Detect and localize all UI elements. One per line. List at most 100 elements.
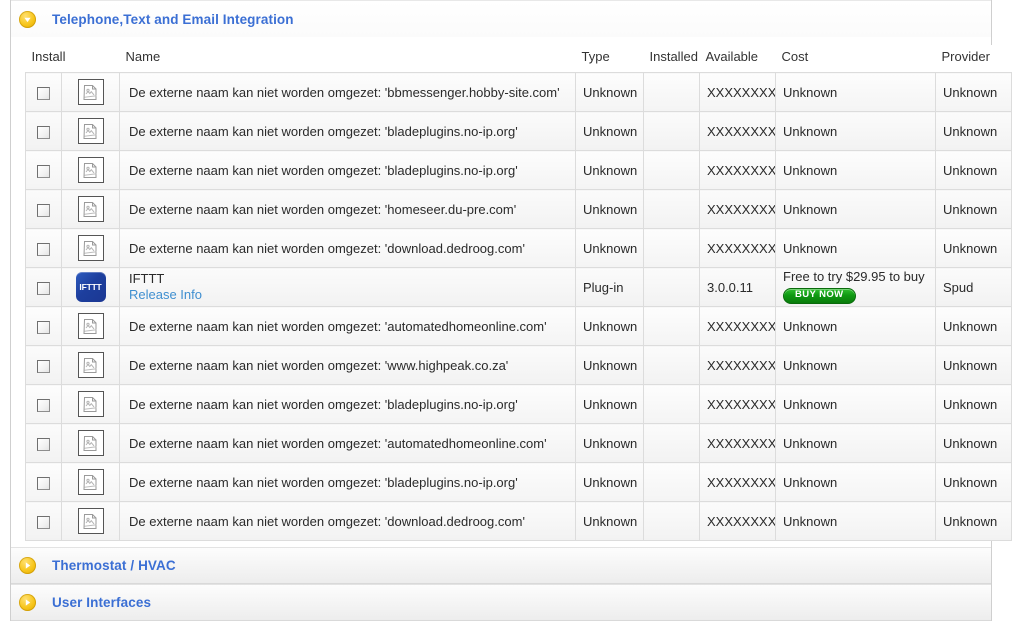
install-checkbox[interactable] <box>37 515 50 529</box>
plugin-installed <box>643 384 700 424</box>
plugin-type: Unknown <box>575 228 644 268</box>
plugin-type: Unknown <box>575 384 644 424</box>
install-checkbox[interactable] <box>37 320 50 334</box>
table-row: De externe naam kan niet worden omgezet:… <box>25 111 1012 151</box>
plugin-name: De externe naam kan niet worden omgezet:… <box>119 462 576 502</box>
plugin-provider: Spud <box>935 267 1012 307</box>
plugin-cost: Unknown <box>775 111 936 151</box>
broken-image-icon <box>77 469 104 495</box>
table-row: De externe naam kan niet worden omgezet:… <box>25 306 1012 346</box>
plugin-icon-cell <box>61 501 120 541</box>
broken-image-icon <box>77 118 104 144</box>
plugin-cost: Unknown <box>775 462 936 502</box>
plugin-cost: Unknown <box>775 501 936 541</box>
plugin-provider: Unknown <box>935 423 1012 463</box>
buy-now-button[interactable]: BUY NOW <box>783 288 856 304</box>
plugin-icon-cell <box>61 111 120 151</box>
column-header-available: Available <box>699 45 776 73</box>
plugin-installed <box>643 501 700 541</box>
plugin-installed <box>643 228 700 268</box>
plugin-type: Unknown <box>575 345 644 385</box>
install-checkbox[interactable] <box>37 203 50 217</box>
plugin-provider: Unknown <box>935 189 1012 229</box>
install-checkbox[interactable] <box>37 242 50 256</box>
plugin-name: De externe naam kan niet worden omgezet:… <box>119 306 576 346</box>
plugin-icon-cell <box>61 423 120 463</box>
plugin-installed <box>643 345 700 385</box>
install-checkbox[interactable] <box>37 359 50 373</box>
plugin-table: Install Name Type Installed Available Co… <box>25 45 1012 541</box>
column-header-install: Install <box>25 45 65 73</box>
table-row: De externe naam kan niet worden omgezet:… <box>25 150 1012 190</box>
plugin-available: XXXXXXXX <box>699 345 776 385</box>
plugin-icon-cell <box>61 306 120 346</box>
plugin-name-cell: IFTTT Release Info <box>119 267 576 307</box>
plugin-available: XXXXXXXX <box>699 384 776 424</box>
section-header-thermostat-hvac[interactable]: Thermostat / HVAC <box>11 547 991 584</box>
section-title-user-interfaces: User Interfaces <box>52 595 152 610</box>
table-row: De externe naam kan niet worden omgezet:… <box>25 501 1012 541</box>
install-cell <box>25 423 62 463</box>
ifttt-logo-icon: IFTTT <box>75 272 106 302</box>
install-checkbox[interactable] <box>37 164 50 178</box>
plugin-manager-page: Telephone,Text and Email Integration Ins… <box>0 0 1023 621</box>
plugin-type: Unknown <box>575 423 644 463</box>
plugin-icon-cell <box>61 384 120 424</box>
table-row: De externe naam kan niet worden omgezet:… <box>25 345 1012 385</box>
column-header-provider: Provider <box>935 45 1012 73</box>
plugin-name: De externe naam kan niet worden omgezet:… <box>119 150 576 190</box>
triangle-down-icon[interactable] <box>19 10 36 28</box>
plugin-installed <box>643 111 700 151</box>
install-cell <box>25 111 62 151</box>
triangle-right-icon[interactable] <box>19 557 36 574</box>
plugin-installed <box>643 72 700 112</box>
install-cell <box>25 150 62 190</box>
plugin-provider: Unknown <box>935 111 1012 151</box>
plugin-icon-cell <box>61 189 120 229</box>
plugin-name: De externe naam kan niet worden omgezet:… <box>119 111 576 151</box>
plugin-provider: Unknown <box>935 72 1012 112</box>
plugin-cost: Unknown <box>775 228 936 268</box>
plugin-provider: Unknown <box>935 501 1012 541</box>
table-row: De externe naam kan niet worden omgezet:… <box>25 423 1012 463</box>
plugin-name: De externe naam kan niet worden omgezet:… <box>119 423 576 463</box>
install-checkbox[interactable] <box>37 86 50 100</box>
broken-image-icon <box>77 79 104 105</box>
plugin-name: IFTTT <box>129 270 165 286</box>
column-header-installed: Installed <box>643 45 700 73</box>
plugin-table-header: Install Name Type Installed Available Co… <box>25 45 1012 73</box>
plugin-provider: Unknown <box>935 462 1012 502</box>
install-cell <box>25 384 62 424</box>
install-cell <box>25 462 62 502</box>
section-header-user-interfaces[interactable]: User Interfaces <box>11 584 991 621</box>
plugin-available: XXXXXXXX <box>699 501 776 541</box>
ifttt-logo-text: IFTTT <box>79 282 102 292</box>
table-row: De externe naam kan niet worden omgezet:… <box>25 384 1012 424</box>
plugin-available: XXXXXXXX <box>699 423 776 463</box>
plugin-provider: Unknown <box>935 150 1012 190</box>
install-checkbox[interactable] <box>37 398 50 412</box>
install-checkbox[interactable] <box>37 125 50 139</box>
plugin-type: Unknown <box>575 111 644 151</box>
plugin-type: Unknown <box>575 150 644 190</box>
plugin-cost-cell: Free to try $29.95 to buy BUY NOW <box>775 267 936 307</box>
plugin-cost: Free to try $29.95 to buy <box>783 269 925 285</box>
plugin-installed <box>643 462 700 502</box>
section-title-telephone-text-email-integration: Telephone,Text and Email Integration <box>52 11 294 27</box>
plugin-available: XXXXXXXX <box>699 462 776 502</box>
table-row-ifttt: IFTTT IFTTT Release Info Plug-in 3.0.0.1… <box>25 267 1012 307</box>
install-checkbox[interactable] <box>37 476 50 490</box>
plugin-cost: Unknown <box>775 150 936 190</box>
install-checkbox[interactable] <box>37 281 50 295</box>
section-title-thermostat-hvac: Thermostat / HVAC <box>52 558 176 573</box>
plugin-available: XXXXXXXX <box>699 150 776 190</box>
table-row: De externe naam kan niet worden omgezet:… <box>25 189 1012 229</box>
plugin-type: Unknown <box>575 501 644 541</box>
install-cell <box>25 306 62 346</box>
plugin-installed <box>643 306 700 346</box>
release-info-link[interactable]: Release Info <box>129 287 568 303</box>
section-header-telephone-text-email-integration[interactable]: Telephone,Text and Email Integration <box>11 0 991 37</box>
triangle-right-icon[interactable] <box>19 594 36 611</box>
install-checkbox[interactable] <box>37 437 50 451</box>
broken-image-icon <box>77 391 104 417</box>
